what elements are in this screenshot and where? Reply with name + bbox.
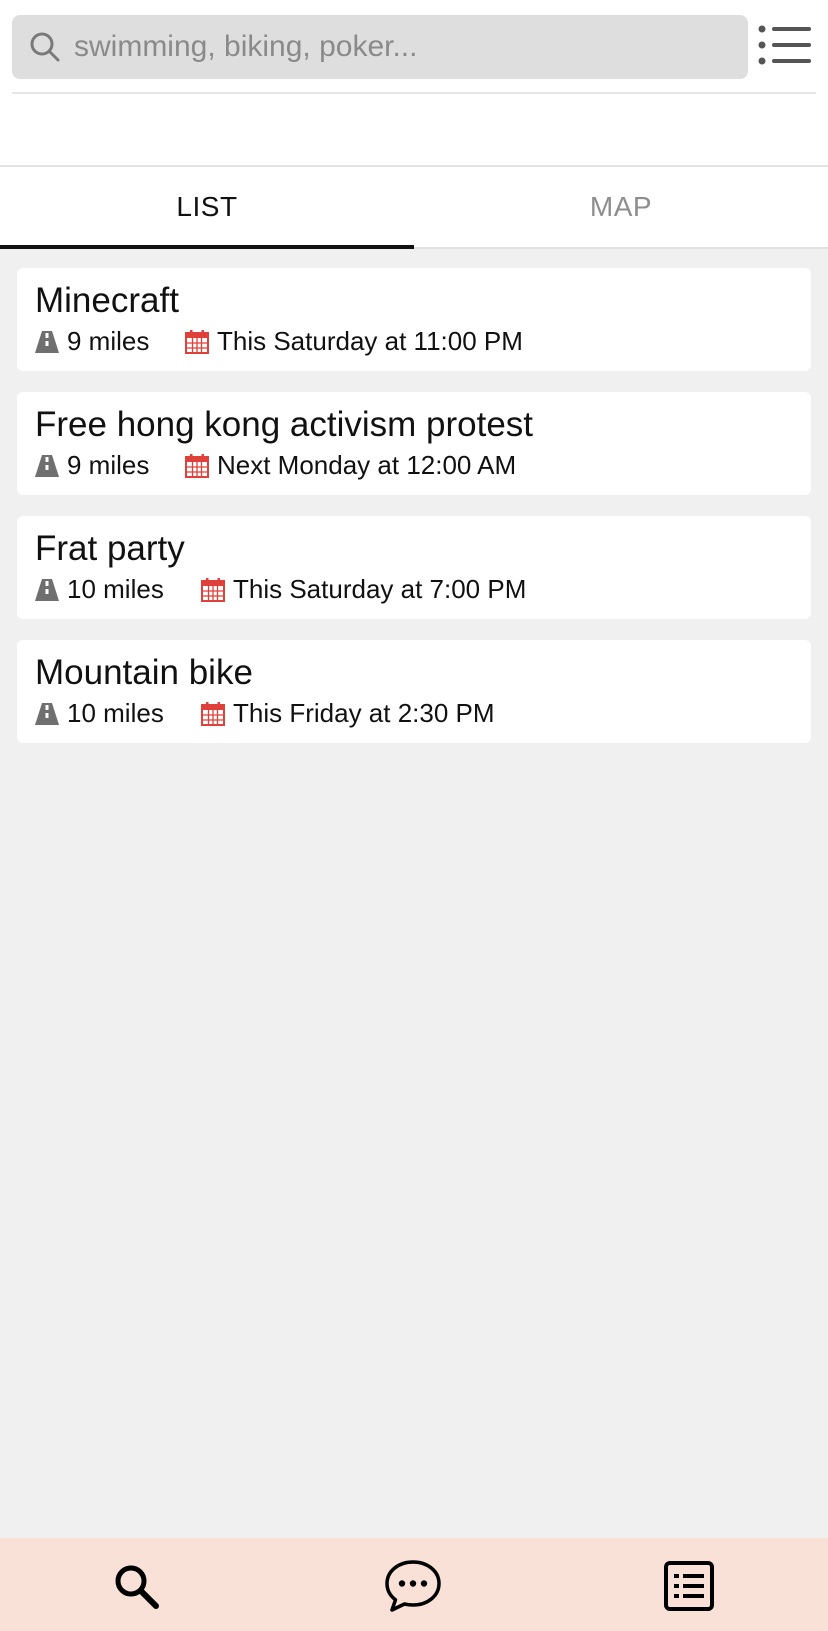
event-meta: 9 miles Next Monday at 12:00 AM xyxy=(35,450,793,481)
event-datetime: This Friday at 2:30 PM xyxy=(201,698,495,729)
tab-list-label: LIST xyxy=(176,191,238,222)
list-menu-icon xyxy=(757,24,813,71)
datetime-text: Next Monday at 12:00 AM xyxy=(217,450,517,480)
search-input[interactable] xyxy=(74,30,724,64)
event-datetime: This Saturday at 7:00 PM xyxy=(201,574,526,605)
event-card[interactable]: Mountain bike 10 miles This Friday at 2:… xyxy=(17,640,811,743)
event-title: Mountain bike xyxy=(35,653,253,692)
tab-map[interactable]: MAP xyxy=(414,167,828,247)
calendar-icon xyxy=(185,453,209,478)
tab-list[interactable]: LIST xyxy=(0,167,414,249)
event-datetime: Next Monday at 12:00 AM xyxy=(185,450,516,481)
event-distance: 9 miles xyxy=(35,450,185,481)
chat-bubble-icon xyxy=(385,1560,441,1612)
list-document-icon xyxy=(664,1561,714,1611)
menu-button[interactable] xyxy=(755,22,815,72)
road-icon xyxy=(35,702,59,725)
search-icon xyxy=(28,30,62,64)
event-distance: 10 miles xyxy=(35,574,201,605)
nav-chat-button[interactable] xyxy=(383,1556,443,1616)
road-icon xyxy=(35,330,59,353)
distance-text: 10 miles xyxy=(67,574,164,604)
event-title: Minecraft xyxy=(35,281,179,320)
event-meta: 10 miles This Friday at 2:30 PM xyxy=(35,698,793,729)
view-tabs: LIST MAP xyxy=(0,167,828,249)
event-meta: 10 miles This Saturday at 7:00 PM xyxy=(35,574,793,605)
calendar-icon xyxy=(185,329,209,354)
tab-map-label: MAP xyxy=(589,191,653,222)
distance-text: 9 miles xyxy=(67,326,150,356)
datetime-text: This Saturday at 11:00 PM xyxy=(217,326,523,356)
distance-text: 9 miles xyxy=(67,450,150,480)
road-icon xyxy=(35,454,59,477)
app-root: LIST MAP Minecraft 9 miles xyxy=(0,0,828,1631)
event-card[interactable]: Minecraft 9 miles This Saturday at 11:00… xyxy=(17,268,811,371)
search-icon xyxy=(115,1565,159,1609)
event-distance: 10 miles xyxy=(35,698,201,729)
header xyxy=(0,0,828,167)
distance-text: 10 miles xyxy=(67,698,164,728)
event-title: Free hong kong activism protest xyxy=(35,405,534,444)
event-datetime: This Saturday at 11:00 PM xyxy=(185,326,523,357)
datetime-text: This Saturday at 7:00 PM xyxy=(233,574,527,604)
nav-search-button[interactable] xyxy=(106,1556,166,1616)
event-card[interactable]: Frat party 10 miles This Saturday at 7:0… xyxy=(17,516,811,619)
calendar-icon xyxy=(201,701,225,726)
datetime-text: This Friday at 2:30 PM xyxy=(233,698,495,728)
search-bar[interactable] xyxy=(12,15,748,79)
bottom-nav xyxy=(0,1538,828,1631)
road-icon xyxy=(35,578,59,601)
event-meta: 9 miles This Saturday at 11:00 PM xyxy=(35,326,793,357)
header-divider xyxy=(12,92,816,94)
event-title: Frat party xyxy=(35,529,185,568)
event-distance: 9 miles xyxy=(35,326,185,357)
event-card[interactable]: Free hong kong activism protest 9 miles xyxy=(17,392,811,495)
nav-list-button[interactable] xyxy=(659,1556,719,1616)
calendar-icon xyxy=(201,577,225,602)
event-list: Minecraft 9 miles This Saturday at 11:00… xyxy=(17,268,811,764)
